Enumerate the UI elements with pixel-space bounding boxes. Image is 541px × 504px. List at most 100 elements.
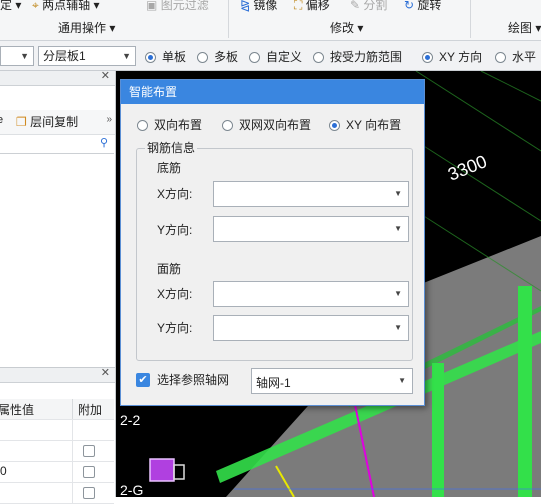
axis-icon: ⌖ xyxy=(32,0,39,12)
radio-label: 水平 xyxy=(512,50,537,64)
split-label: 分割 xyxy=(363,0,388,12)
close-icon[interactable]: ✕ xyxy=(101,366,110,379)
toolbar-left-combo[interactable]: ▼ xyxy=(0,46,34,66)
mirror-button[interactable]: ⧎ 镜像 xyxy=(240,0,277,13)
close-icon[interactable]: ✕ xyxy=(101,69,110,82)
radio-dot-icon xyxy=(222,120,233,131)
radio-label: 单板 xyxy=(162,50,187,64)
filter-icon: ▣ xyxy=(146,0,158,12)
rotate-button[interactable]: ↻ 旋转 xyxy=(404,0,441,13)
ribbon-separator xyxy=(470,0,471,38)
bottom-y-combo[interactable]: ▼ xyxy=(213,216,409,242)
element-filter-label: 图元过滤 xyxy=(160,0,209,12)
axis-label-2-2: 2-2 xyxy=(120,412,140,428)
table-row[interactable]: 0 xyxy=(0,462,114,483)
bottom-x-combo[interactable]: ▼ xyxy=(213,181,409,207)
bottom-y-label: Y方向: xyxy=(157,223,193,237)
header-property-value: 属性值 xyxy=(0,403,35,417)
search-icon[interactable]: ⚲ xyxy=(100,136,108,149)
split-icon: ✎ xyxy=(350,0,361,12)
column-marker xyxy=(149,458,175,482)
column-divider xyxy=(72,483,73,503)
radio-dot-icon xyxy=(422,52,433,63)
radio-label: XY 方向 xyxy=(439,50,483,64)
column-divider xyxy=(72,462,73,482)
radio-multi-slab[interactable]: 多板 xyxy=(197,49,238,65)
dialog-title[interactable]: 智能布置 xyxy=(121,80,424,104)
ribbon-separator xyxy=(228,0,229,38)
radio-xy-direction[interactable]: XY 方向 xyxy=(422,49,482,65)
column-outline xyxy=(173,464,185,480)
chevron-down-icon: ▼ xyxy=(20,51,29,61)
cell-value[interactable]: 0 xyxy=(0,464,7,478)
radio-label: 按受力筋范围 xyxy=(330,50,403,64)
bottom-bar-heading: 底筋 xyxy=(157,161,182,175)
radio-dot-icon xyxy=(329,120,340,131)
radio-label: XY 向布置 xyxy=(346,118,402,132)
layer-combo[interactable]: 分层板1 ▼ xyxy=(38,46,136,66)
beam-vertical-mid xyxy=(432,363,444,497)
column-divider xyxy=(72,399,73,419)
group-draw[interactable]: 绘图 ▾ xyxy=(508,20,541,36)
ref-axis-value: 轴网-1 xyxy=(256,376,291,390)
radio-dot-icon xyxy=(137,120,148,131)
panel-toolbar: e ❐ 层间复制 » xyxy=(0,110,115,135)
radio-single-slab[interactable]: 单板 xyxy=(145,49,186,65)
left-panel: ✕ e ❐ 层间复制 » ⚲ ✕ 属性值 附加 0 xyxy=(0,69,116,504)
table-row[interactable] xyxy=(0,483,114,504)
grid-title-bar: ✕ xyxy=(0,366,115,383)
top-y-combo[interactable]: ▼ xyxy=(213,315,409,341)
dimension-label: 3300 xyxy=(445,151,490,185)
group-modify[interactable]: 修改 ▾ xyxy=(330,20,363,36)
table-row[interactable] xyxy=(0,441,114,462)
ref-axis-combo[interactable]: 轴网-1 ▼ xyxy=(251,368,413,394)
rotate-icon: ↻ xyxy=(404,0,415,12)
radio-bidirectional[interactable]: 双向布置 xyxy=(137,117,202,133)
offset-label: 偏移 xyxy=(305,0,330,12)
property-grid: ✕ 属性值 附加 0 xyxy=(0,366,115,504)
two-point-axis-button[interactable]: ⌖ 两点辅轴 ▾ xyxy=(32,0,99,13)
attach-checkbox[interactable] xyxy=(83,445,95,457)
top-x-combo[interactable]: ▼ xyxy=(213,281,409,307)
radio-horizontal[interactable]: 水平 xyxy=(495,49,536,65)
radio-xy-layout[interactable]: XY 向布置 xyxy=(329,117,401,133)
ref-axis-checkbox-label[interactable]: 选择参照轴网 xyxy=(157,372,229,388)
mirror-label: 镜像 xyxy=(253,0,278,12)
table-row[interactable] xyxy=(0,420,114,441)
copy-floor-label: 层间复制 xyxy=(30,115,79,129)
radio-label: 多板 xyxy=(214,50,239,64)
radio-double-net-bidirectional[interactable]: 双网双向布置 xyxy=(222,117,311,133)
radio-label: 双网双向布置 xyxy=(239,118,312,132)
copy-floor-button[interactable]: ❐ 层间复制 xyxy=(16,113,78,130)
panel-tool-fragment[interactable]: e xyxy=(0,114,3,126)
element-filter-button[interactable]: ▣ 图元过滤 xyxy=(146,0,209,13)
ribbon-item-ding[interactable]: 定 ▾ xyxy=(0,0,21,13)
radio-dot-icon xyxy=(197,52,208,63)
radio-by-rebar-range[interactable]: 按受力筋范围 xyxy=(313,49,402,65)
group-general-operations[interactable]: 通用操作 ▾ xyxy=(58,20,115,36)
chevron-down-icon: ▼ xyxy=(394,323,402,332)
offset-button[interactable]: ⛶ 偏移 xyxy=(294,0,330,13)
panel-title-bar: ✕ xyxy=(0,69,115,86)
radio-custom[interactable]: 自定义 xyxy=(249,49,302,65)
radio-label: 双向布置 xyxy=(154,118,203,132)
beam-vertical-right xyxy=(518,286,532,497)
ribbon: 定 ▾ ⌖ 两点辅轴 ▾ ▣ 图元过滤 ⧎ 镜像 ⛶ 偏移 ✎ 分割 ↻ 旋转 … xyxy=(0,0,541,41)
mirror-icon: ⧎ xyxy=(240,0,251,12)
search-input[interactable]: ⚲ xyxy=(0,135,114,154)
layer-combo-value: 分层板1 xyxy=(43,49,86,63)
top-x-label: X方向: xyxy=(157,287,193,301)
checkbox-checked-icon[interactable]: ✔ xyxy=(136,373,150,387)
header-attach: 附加 xyxy=(78,403,103,417)
split-button[interactable]: ✎ 分割 xyxy=(350,0,387,13)
attach-checkbox[interactable] xyxy=(83,466,95,478)
expand-icon[interactable]: » xyxy=(106,114,112,125)
offset-icon: ⛶ xyxy=(294,0,303,12)
radio-dot-icon xyxy=(145,52,156,63)
top-bar-heading: 面筋 xyxy=(157,262,182,276)
attach-checkbox[interactable] xyxy=(83,487,95,499)
radio-dot-icon xyxy=(495,52,506,63)
smart-layout-dialog: 智能布置 双向布置 双网双向布置 XY 向布置 底筋 X方向: ▼ Y方向: ▼… xyxy=(120,79,425,406)
rebar-info-group-title: 钢筋信息 xyxy=(145,140,198,156)
radio-label: 自定义 xyxy=(266,50,303,64)
